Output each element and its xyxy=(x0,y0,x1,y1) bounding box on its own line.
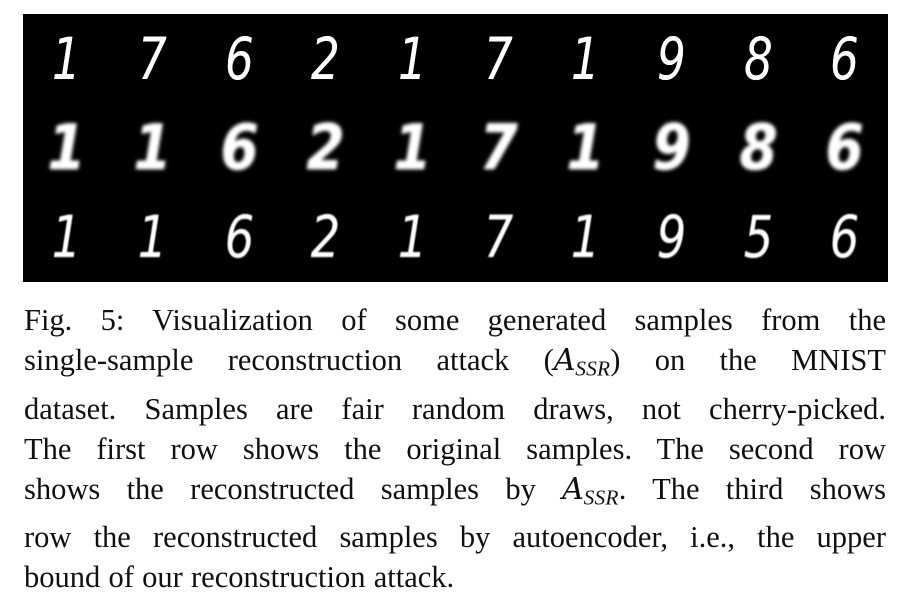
sample-row-original: 1 7 6 2 1 7 1 9 8 6 xyxy=(23,14,888,103)
math-symbol-a-script: A xyxy=(553,343,576,378)
digit-glyph: 6 xyxy=(224,203,255,272)
caption-line-5: shows the reconstructed samples by ASSR.… xyxy=(24,469,886,518)
sample-cell: 2 xyxy=(283,193,370,282)
digit-glyph: 1 xyxy=(47,110,86,184)
caption-text: single-sample reconstruction attack ( xyxy=(24,343,554,377)
sample-cell: 1 xyxy=(542,14,629,103)
digit-glyph: 1 xyxy=(566,110,605,184)
digit-glyph: 7 xyxy=(479,110,518,184)
caption-text: bound of our reconstruction attack. xyxy=(24,560,455,595)
mnist-sample-grid-panel: 1 7 6 2 1 7 1 9 8 6 1 1 6 2 1 7 1 9 8 6 … xyxy=(23,14,888,282)
sample-cell: 1 xyxy=(369,103,456,192)
sample-cell: 9 xyxy=(629,103,716,192)
digit-glyph: 2 xyxy=(306,110,345,184)
digit-glyph: 7 xyxy=(138,24,168,93)
caption-text: dataset. Samples are fair random draws, … xyxy=(24,391,886,426)
sample-row-ssr-reconstruction: 1 1 6 2 1 7 1 9 8 6 xyxy=(23,103,888,192)
sample-cell: 2 xyxy=(283,103,370,192)
digit-glyph: 1 xyxy=(137,203,168,272)
math-subscript-ssr: SSR xyxy=(583,485,619,510)
digit-glyph: 2 xyxy=(311,24,341,93)
math-subscript-ssr: SSR xyxy=(575,356,611,381)
digit-glyph: 6 xyxy=(220,110,259,184)
sample-row-autoencoder-reconstruction: 1 1 6 2 1 7 1 9 5 6 xyxy=(23,193,888,282)
digit-glyph: 1 xyxy=(393,110,432,184)
sample-cell: 1 xyxy=(369,14,456,103)
caption-line-3: dataset. Samples are fair random draws, … xyxy=(24,389,886,429)
sample-cell: 6 xyxy=(196,103,283,192)
digit-glyph: 9 xyxy=(652,110,691,184)
digit-glyph: 1 xyxy=(51,24,81,93)
digit-glyph: 2 xyxy=(310,203,341,272)
digit-glyph: 1 xyxy=(570,24,600,93)
caption-line-4: The first row shows the original samples… xyxy=(24,429,886,469)
caption-text: The first row shows the original samples… xyxy=(24,431,886,466)
digit-glyph: 9 xyxy=(656,203,687,272)
digit-glyph: 6 xyxy=(224,24,254,93)
sample-cell: 1 xyxy=(23,193,110,282)
sample-cell: 7 xyxy=(456,103,543,192)
digit-glyph: 8 xyxy=(743,24,773,93)
digit-glyph: 1 xyxy=(133,110,172,184)
digit-glyph: 1 xyxy=(397,203,428,272)
sample-cell: 6 xyxy=(196,193,283,282)
sample-cell: 6 xyxy=(802,193,889,282)
sample-cell: 7 xyxy=(456,14,543,103)
sample-cell: 1 xyxy=(542,193,629,282)
sample-cell: 1 xyxy=(542,103,629,192)
sample-cell: 2 xyxy=(283,14,370,103)
caption-line-7: bound of our reconstruction attack. xyxy=(24,557,886,597)
sample-cell: 1 xyxy=(110,193,197,282)
sample-cell: 1 xyxy=(23,14,110,103)
digit-glyph: 8 xyxy=(739,110,778,184)
caption-text: Fig. 5: Visualization of some generated … xyxy=(24,303,886,337)
digit-glyph: 7 xyxy=(484,24,514,93)
caption-line-1: Fig. 5: Visualization of some generated … xyxy=(24,300,886,340)
digit-glyph: 6 xyxy=(825,110,864,184)
caption-line-6: row the reconstructed samples by autoenc… xyxy=(24,517,886,557)
sample-cell: 5 xyxy=(715,193,802,282)
sample-cell: 6 xyxy=(802,14,889,103)
digit-glyph: 6 xyxy=(829,203,860,272)
caption-line-2: single-sample reconstruction attack (ASS… xyxy=(24,340,886,389)
sample-cell: 7 xyxy=(456,193,543,282)
caption-text: row the reconstructed samples by autoenc… xyxy=(24,520,886,555)
sample-cell: 9 xyxy=(629,193,716,282)
math-symbol-a-script: A xyxy=(562,471,584,507)
sample-cell: 1 xyxy=(110,103,197,192)
digit-glyph: 6 xyxy=(830,24,860,93)
sample-cell: 7 xyxy=(110,14,197,103)
sample-cell: 6 xyxy=(802,103,889,192)
sample-cell: 6 xyxy=(196,14,283,103)
caption-text: . The third shows xyxy=(618,471,886,506)
sample-cell: 9 xyxy=(629,14,716,103)
digit-glyph: 7 xyxy=(483,203,514,272)
digit-glyph: 1 xyxy=(397,24,427,93)
digit-glyph: 1 xyxy=(570,203,601,272)
digit-glyph: 5 xyxy=(743,203,774,272)
caption-text: shows the reconstructed samples by xyxy=(24,471,563,506)
caption-text: ) on the MNIST xyxy=(610,343,886,377)
digit-glyph: 9 xyxy=(657,24,687,93)
figure-container: 1 7 6 2 1 7 1 9 8 6 1 1 6 2 1 7 1 9 8 6 … xyxy=(0,0,908,598)
sample-cell: 1 xyxy=(369,193,456,282)
sample-cell: 8 xyxy=(715,103,802,192)
digit-glyph: 1 xyxy=(51,203,82,272)
sample-cell: 1 xyxy=(23,103,110,192)
sample-cell: 8 xyxy=(715,14,802,103)
figure-caption: Fig. 5: Visualization of some generated … xyxy=(24,300,886,597)
